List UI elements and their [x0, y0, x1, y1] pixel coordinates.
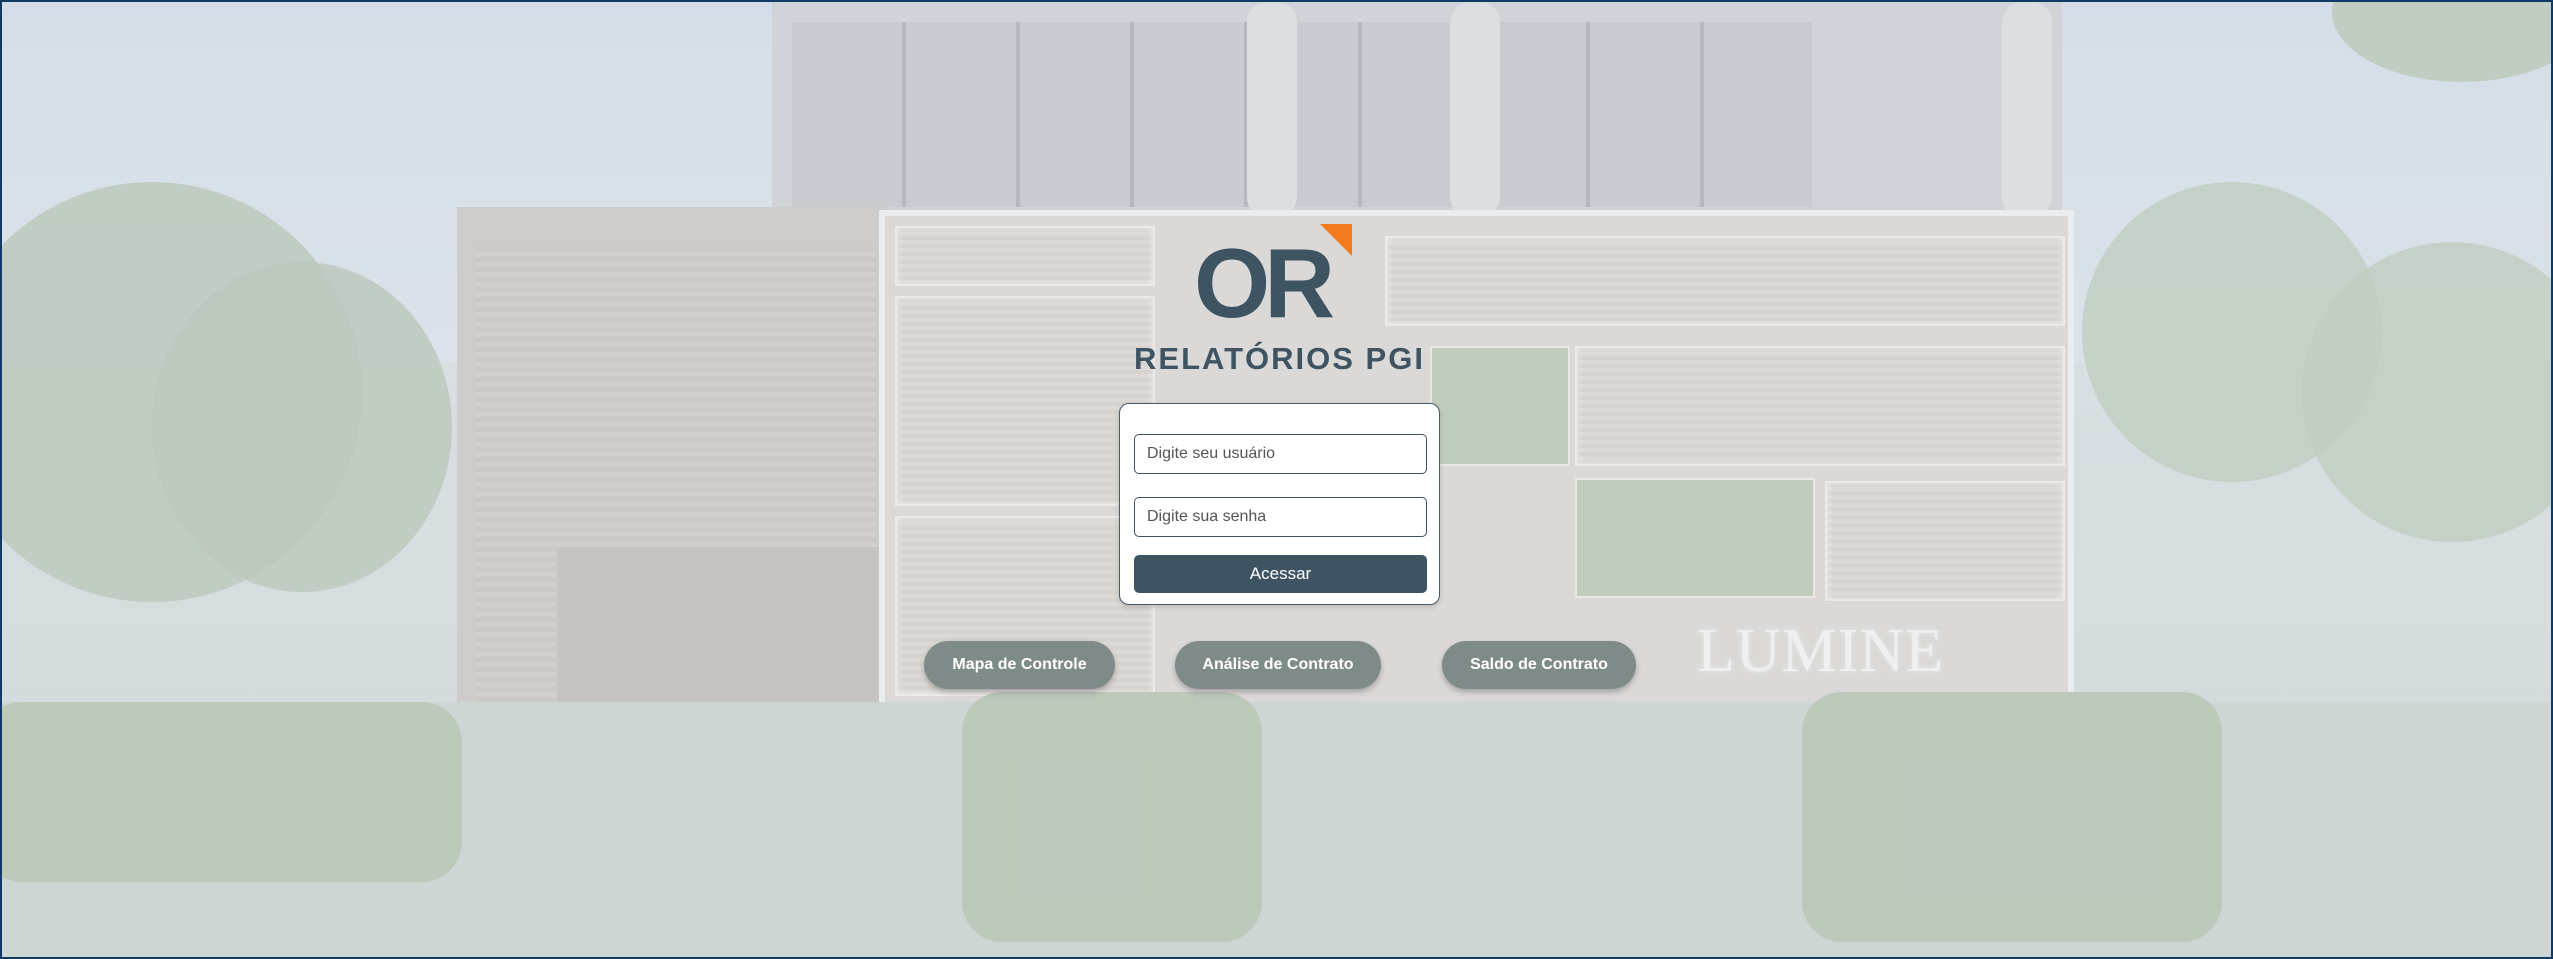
password-input[interactable]: [1134, 497, 1427, 537]
login-card: Acessar: [1119, 403, 1440, 605]
saldo-de-contrato-button[interactable]: Saldo de Contrato: [1442, 641, 1636, 689]
logo-orange-mark-icon: [1320, 224, 1352, 256]
username-input[interactable]: [1134, 434, 1427, 474]
logo-text: OR: [1194, 228, 1335, 338]
login-button[interactable]: Acessar: [1134, 555, 1427, 593]
page-title: RELATÓRIOS PGI: [1134, 341, 1425, 376]
or-logo: OR: [1192, 224, 1372, 338]
mapa-de-controle-button[interactable]: Mapa de Controle: [924, 641, 1115, 689]
analise-de-contrato-button[interactable]: Análise de Contrato: [1175, 641, 1381, 689]
page-frame: LUMINE OR RELATÓRIOS PGI Acessar Mapa de…: [2, 2, 2551, 957]
